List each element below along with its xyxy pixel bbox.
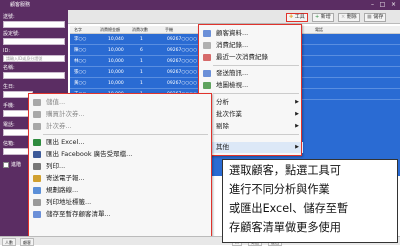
field-label: 生日: xyxy=(3,84,15,90)
highlight-frame-tools xyxy=(198,24,302,156)
cell-name: 陳○○ xyxy=(74,48,87,53)
column-header: 消費次數 xyxy=(132,27,148,32)
cell-amount: 10,000 xyxy=(108,59,124,64)
send-no-input[interactable] xyxy=(3,21,65,28)
highlight-frame-other xyxy=(28,93,212,239)
window-title: 顧客服務 xyxy=(10,2,31,8)
delete-button[interactable]: × 刪除 xyxy=(338,13,360,22)
toolbar: ✚ 工具 + 新增 × 刪除 ■ 儲存 xyxy=(68,10,400,24)
cell-phone: 09267○○○○ xyxy=(167,59,198,64)
save-button[interactable]: ■ 儲存 xyxy=(364,13,387,22)
cell-name: 林○○ xyxy=(74,59,87,64)
delete-button-label: 刪除 xyxy=(346,14,357,20)
cell-phone: 09267○○○○ xyxy=(167,48,198,53)
callout-line: 選取顧客，點選工具可 xyxy=(229,164,341,177)
cell-count: 1 xyxy=(140,59,143,64)
callout-line: 存顧客清單做更多使用 xyxy=(229,221,341,234)
cell-phone: 09267○○○○ xyxy=(167,70,198,75)
field-label: 設定號: xyxy=(3,31,20,37)
id-input[interactable]: 請輸入ID或身分證號 xyxy=(3,55,65,62)
field-label: 手機: xyxy=(3,103,15,109)
maximize-icon[interactable]: □ xyxy=(378,1,387,8)
name-input[interactable] xyxy=(3,72,65,79)
tools-icon: ✚ xyxy=(289,14,294,20)
field-label: 送號: xyxy=(3,14,15,20)
cell-amount: 10,000 xyxy=(108,81,124,86)
cell-count: 1 xyxy=(140,81,143,86)
cell-count: 6 xyxy=(140,48,143,53)
close-icon[interactable]: × xyxy=(389,1,398,8)
cell-count: 1 xyxy=(140,37,143,42)
minimize-icon[interactable]: – xyxy=(368,1,377,8)
callout-line: 或匯出Excel、儲存至暫 xyxy=(229,202,349,215)
field-label: 信箱: xyxy=(3,141,15,147)
window-titlebar: 顧客服務 – □ × xyxy=(0,0,400,10)
save-icon: ■ xyxy=(367,14,372,20)
save-button-label: 儲存 xyxy=(373,14,384,20)
field-label: 名稱: xyxy=(3,65,15,71)
cell-amount: 10,040 xyxy=(108,37,124,42)
tools-button-label: 工具 xyxy=(294,14,305,20)
add-button-label: 新增 xyxy=(320,14,331,20)
field-label: 電話: xyxy=(3,122,15,128)
cell-amount: 10,000 xyxy=(108,48,124,53)
cell-name: 李○○ xyxy=(74,37,87,42)
column-header: 消費總金額 xyxy=(100,27,120,32)
delete-icon: × xyxy=(341,14,346,20)
cell-phone: 09267○○○○ xyxy=(167,37,198,42)
column-header: 電話 xyxy=(315,27,323,32)
cell-amount: 10,000 xyxy=(108,70,124,75)
cell-phone: 09267○○○○ xyxy=(167,81,198,86)
column-header: 名字 xyxy=(74,27,82,32)
field-label: ID: xyxy=(3,48,11,54)
add-icon: + xyxy=(315,14,320,20)
cell-name: 張○○ xyxy=(74,70,87,75)
setting-no-input[interactable] xyxy=(3,38,65,45)
cell-name: 黃○○ xyxy=(74,81,87,86)
advanced-checkbox[interactable] xyxy=(3,162,9,168)
callout-line: 進行不同分析與作業 xyxy=(229,183,330,196)
add-button[interactable]: + 新增 xyxy=(312,13,334,22)
annotation-callout: 選取顧客，點選工具可 進行不同分析與作業 或匯出Excel、儲存至暫 存顧客清單… xyxy=(222,159,398,243)
column-header: 手機 xyxy=(165,27,173,32)
cell-count: 1 xyxy=(140,70,143,75)
tools-button[interactable]: ✚ 工具 xyxy=(286,13,308,22)
checkbox-label: 進階 xyxy=(11,162,22,168)
